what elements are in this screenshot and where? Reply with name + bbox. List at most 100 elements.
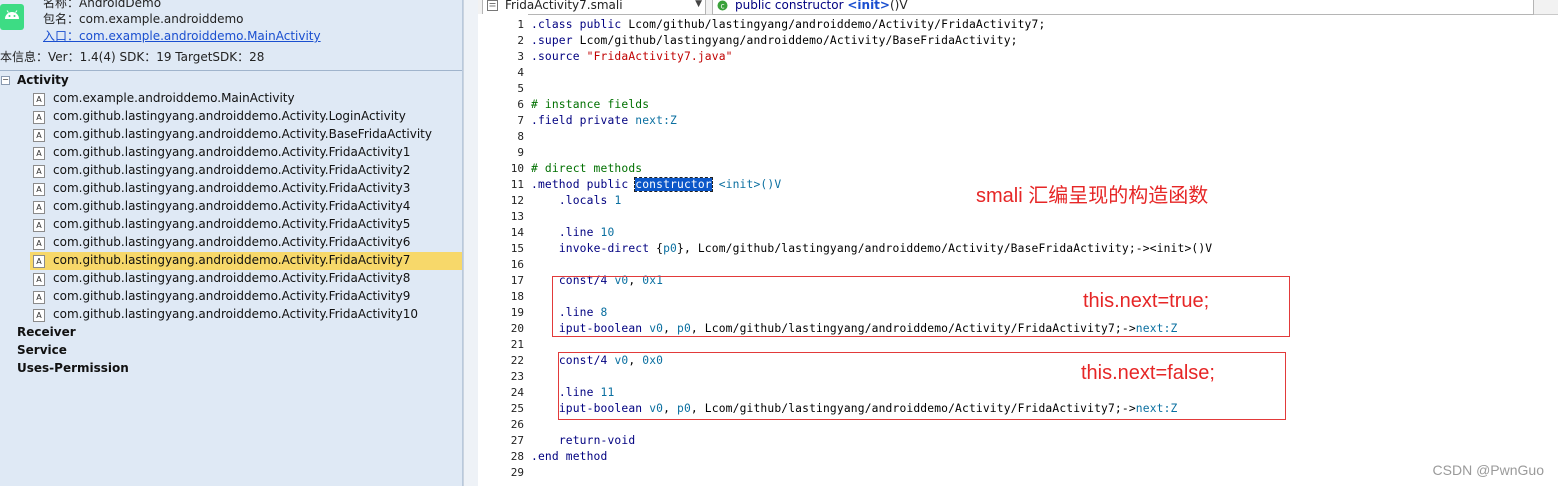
line-number: 8 xyxy=(517,130,524,143)
method-selector[interactable]: c public constructor <init>()V xyxy=(712,0,1534,15)
line-number: 10 xyxy=(510,162,524,175)
watermark: CSDN @PwnGuo xyxy=(1432,462,1544,478)
activity-file-icon: A xyxy=(33,291,45,304)
vertical-scrollbar[interactable] xyxy=(463,0,478,486)
method-init-name: <init> xyxy=(847,0,890,12)
line-number: 2 xyxy=(517,34,524,47)
activity-file-icon: A xyxy=(33,93,45,106)
line-number: 13 xyxy=(510,210,524,223)
code-token: # instance fields xyxy=(531,98,650,111)
line-number: 26 xyxy=(510,418,524,431)
activity-item[interactable]: Acom.github.lastingyang.androiddemo.Acti… xyxy=(30,270,462,288)
activity-item[interactable]: Acom.github.lastingyang.androiddemo.Acti… xyxy=(30,216,462,234)
code-line: return-void xyxy=(531,434,635,447)
code-token: .method public xyxy=(531,178,629,191)
code-token: Lcom/github/lastingyang/androiddemo/Acti… xyxy=(621,18,1046,31)
svg-text:c: c xyxy=(720,1,724,10)
tree-category-service[interactable]: Service xyxy=(17,343,67,357)
code-token: .line xyxy=(558,226,594,239)
activity-label: com.github.lastingyang.androiddemo.Activ… xyxy=(53,217,411,231)
code-line: .field private next:Z xyxy=(531,114,677,127)
activity-item[interactable]: Acom.github.lastingyang.androiddemo.Acti… xyxy=(30,162,462,180)
activity-item[interactable]: Acom.github.lastingyang.androiddemo.Acti… xyxy=(30,198,462,216)
annotation-false: this.next=false; xyxy=(1081,362,1215,384)
line-number: 20 xyxy=(510,322,524,335)
line-number: 15 xyxy=(510,242,524,255)
activity-item[interactable]: Acom.github.lastingyang.androiddemo.Acti… xyxy=(30,288,462,306)
code-token: Lcom/github/lastingyang/androiddemo/Acti… xyxy=(572,34,1018,47)
code-token: .end method xyxy=(531,450,608,463)
activity-item[interactable]: Acom.github.lastingyang.androiddemo.Acti… xyxy=(30,306,462,324)
line-number: 29 xyxy=(510,466,524,479)
code-line: .method public constructor <init>()V xyxy=(531,177,782,192)
package-name: 包名：com.example.androiddemo xyxy=(43,12,244,26)
collapse-toggle-icon[interactable]: − xyxy=(1,76,10,85)
line-number: 6 xyxy=(517,98,524,111)
smali-file-icon xyxy=(487,0,498,11)
line-number: 9 xyxy=(517,146,524,159)
activity-file-icon: A xyxy=(33,219,45,232)
activity-file-icon: A xyxy=(33,273,45,286)
code-line: # direct methods xyxy=(531,162,642,175)
activity-item[interactable]: Acom.github.lastingyang.androiddemo.Acti… xyxy=(30,126,462,144)
line-number: 21 xyxy=(510,338,524,351)
smali-editor: FridaActivity7.smali ▼ c public construc… xyxy=(478,0,1558,486)
file-selector[interactable]: FridaActivity7.smali ▼ xyxy=(482,0,706,15)
activity-label: com.github.lastingyang.androiddemo.Activ… xyxy=(53,289,411,303)
code-line: .end method xyxy=(531,450,607,463)
android-app-icon xyxy=(0,4,24,30)
activity-item[interactable]: Acom.github.lastingyang.androiddemo.Acti… xyxy=(30,234,462,252)
activity-label: com.github.lastingyang.androiddemo.Activ… xyxy=(53,181,411,195)
tree-category-uses-permission[interactable]: Uses-Permission xyxy=(17,361,129,375)
activity-file-icon: A xyxy=(33,237,45,250)
activity-label: com.github.lastingyang.androiddemo.Activ… xyxy=(53,127,432,141)
code-token: .field private xyxy=(531,114,629,127)
code-token: ()V xyxy=(760,178,782,191)
line-number: 11 xyxy=(510,178,524,191)
code-token: .class public xyxy=(531,18,622,31)
code-token: 10 xyxy=(600,226,615,239)
code-token: .source xyxy=(531,50,580,63)
activity-item[interactable]: Acom.github.lastingyang.androiddemo.Acti… xyxy=(30,108,462,126)
editor-toolbar: FridaActivity7.smali ▼ c public construc… xyxy=(478,0,1558,15)
line-number: 16 xyxy=(510,258,524,271)
line-number: 28 xyxy=(510,450,524,463)
code-line: .class public Lcom/github/lastingyang/an… xyxy=(531,18,1045,31)
chevron-down-icon: ▼ xyxy=(695,0,702,9)
activity-file-icon: A xyxy=(33,309,45,322)
code-token: .locals xyxy=(558,194,608,207)
activity-item[interactable]: Acom.github.lastingyang.androiddemo.Acti… xyxy=(30,144,462,162)
activity-item[interactable]: Acom.github.lastingyang.androiddemo.Acti… xyxy=(30,252,462,270)
divider xyxy=(0,70,462,71)
line-number: 22 xyxy=(510,354,524,367)
line-number: 5 xyxy=(517,82,524,95)
activity-item[interactable]: Acom.example.androiddemo.MainActivity xyxy=(30,90,462,108)
activity-file-icon: A xyxy=(33,129,45,142)
line-number: 25 xyxy=(510,402,524,415)
activity-label: com.example.androiddemo.MainActivity xyxy=(53,91,295,105)
annotation-title: smali 汇编呈现的构造函数 xyxy=(976,185,1209,207)
activity-item[interactable]: Acom.github.lastingyang.androiddemo.Acti… xyxy=(30,180,462,198)
code-token: { xyxy=(649,242,664,255)
line-number: 1 xyxy=(517,18,524,31)
line-number-gutter: 1 2 3 4 5 6 7 8 9 10 11 12 13 14 15 16 17 18 19 20 21 22 23 24 2… xyxy=(478,14,528,486)
code-token: next:Z xyxy=(635,114,677,127)
code-token: }, Lcom/github/lastingyang/androiddemo/A… xyxy=(677,242,1213,255)
entry-activity-link[interactable]: 入口：com.example.androiddemo.MainActivity xyxy=(43,27,321,44)
code-token: return-void xyxy=(558,434,636,447)
tree-category-receiver[interactable]: Receiver xyxy=(17,325,76,339)
method-icon: c xyxy=(717,0,728,11)
method-signature-prefix: public constructor xyxy=(735,0,848,12)
tree-category-activity[interactable]: Activity xyxy=(17,73,69,87)
activity-label: com.github.lastingyang.androiddemo.Activ… xyxy=(53,307,419,321)
code-token: p0 xyxy=(663,242,677,255)
line-number: 12 xyxy=(510,194,524,207)
activity-label: com.github.lastingyang.androiddemo.Activ… xyxy=(53,235,411,249)
